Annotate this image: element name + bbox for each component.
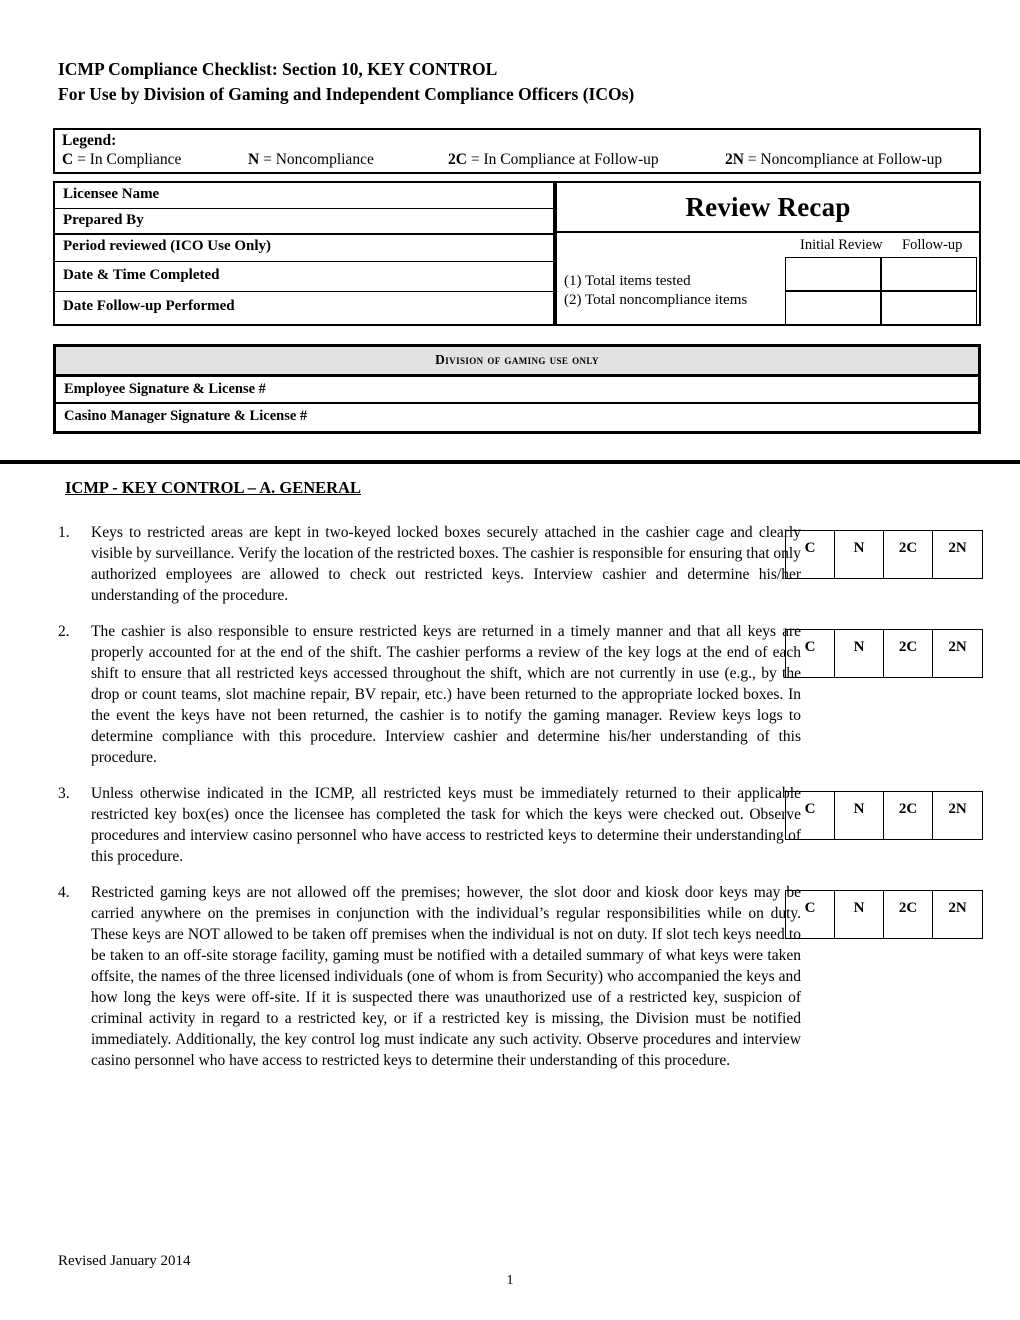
- page-title-line-2: For Use by Division of Gaming and Indepe…: [58, 84, 635, 104]
- legend-item-n: N = Noncompliance: [248, 150, 374, 169]
- compliance-option-n[interactable]: N: [835, 531, 884, 578]
- legend-code-c: C: [62, 151, 74, 168]
- legend-text-c: = In Compliance: [73, 151, 182, 168]
- item-text: Restricted gaming keys are not allowed o…: [91, 884, 801, 1069]
- compliance-option-c[interactable]: C: [786, 891, 835, 938]
- field-date-time-completed[interactable]: Date & Time Completed: [55, 262, 553, 292]
- review-recap-title: Review Recap: [685, 191, 851, 222]
- compliance-rating-box: C N 2C 2N: [785, 791, 983, 840]
- legend-text-n: = Noncompliance: [259, 151, 374, 168]
- review-recap-table: Review Recap Initial Review Follow-up (1…: [555, 181, 981, 326]
- compliance-option-2c[interactable]: 2C: [884, 630, 933, 677]
- compliance-option-n[interactable]: N: [835, 891, 884, 938]
- recap-cell-noncompliance-initial[interactable]: [785, 290, 882, 325]
- metric-label-total-items-tested: (1) Total items tested: [564, 273, 691, 289]
- compliance-option-2n[interactable]: 2N: [933, 630, 982, 677]
- compliance-option-2n[interactable]: 2N: [933, 891, 982, 938]
- compliance-rating-box: C N 2C 2N: [785, 530, 983, 579]
- recap-cell-items-tested-initial[interactable]: [785, 257, 882, 292]
- item-number: 4.: [58, 884, 70, 901]
- legend-box: Legend: C = In Compliance N = Noncomplia…: [53, 128, 981, 174]
- licensee-info-table: Licensee Name Prepared By Period reviewe…: [53, 181, 555, 326]
- item-number: 2.: [58, 623, 70, 640]
- compliance-option-c[interactable]: C: [786, 792, 835, 839]
- review-recap-metric-labels: (1) Total items tested (2) Total noncomp…: [564, 259, 786, 310]
- header-info-section: Licensee Name Prepared By Period reviewe…: [53, 181, 981, 326]
- compliance-rating-box: C N 2C 2N: [785, 629, 983, 678]
- legend-heading: Legend:: [62, 132, 117, 149]
- checklist-item: 2. The cashier is also responsible to en…: [58, 621, 983, 768]
- item-number: 3.: [58, 785, 70, 802]
- compliance-option-n[interactable]: N: [835, 792, 884, 839]
- legend-code-n: N: [248, 151, 260, 168]
- review-recap-value-grid: [785, 257, 979, 325]
- division-of-gaming-block: Division of gaming use only Employee Sig…: [53, 344, 981, 434]
- compliance-option-2c[interactable]: 2C: [884, 792, 933, 839]
- item-text: Unless otherwise indicated in the ICMP, …: [91, 785, 801, 865]
- field-period-reviewed[interactable]: Period reviewed (ICO Use Only): [55, 235, 553, 262]
- checklist-item: 3. Unless otherwise indicated in the ICM…: [58, 783, 983, 867]
- compliance-option-n[interactable]: N: [835, 630, 884, 677]
- compliance-option-c[interactable]: C: [786, 630, 835, 677]
- compliance-option-c[interactable]: C: [786, 531, 835, 578]
- recap-row-total-items-tested: [785, 257, 979, 292]
- legend-item-c: C = In Compliance: [62, 150, 181, 169]
- review-recap-body: Initial Review Follow-up (1) Total items…: [555, 233, 981, 326]
- compliance-option-2c[interactable]: 2C: [884, 531, 933, 578]
- column-header-initial-review: Initial Review: [800, 237, 883, 253]
- recap-cell-items-tested-followup[interactable]: [880, 257, 978, 292]
- footer-page-number: 1: [506, 1273, 514, 1288]
- document-page: ICMP Compliance Checklist: Section 10, K…: [0, 0, 1020, 1320]
- compliance-rating-box: C N 2C 2N: [785, 890, 983, 939]
- division-of-gaming-heading: Division of gaming use only: [56, 347, 978, 377]
- checklist-item: 4. Restricted gaming keys are not allowe…: [58, 882, 983, 1071]
- item-text: Keys to restricted areas are kept in two…: [91, 524, 801, 604]
- section-divider-rule: [0, 460, 1020, 464]
- legend-item-2n: 2N = Noncompliance at Follow-up: [725, 150, 942, 169]
- field-prepared-by[interactable]: Prepared By: [55, 209, 553, 235]
- checklist-item: 1. Keys to restricted areas are kept in …: [58, 522, 983, 606]
- legend-item-2c: 2C = In Compliance at Follow-up: [448, 150, 659, 169]
- field-employee-signature[interactable]: Employee Signature & License #: [56, 377, 978, 404]
- legend-code-2n: 2N: [725, 151, 744, 168]
- checklist-items: 1. Keys to restricted areas are kept in …: [58, 522, 983, 1086]
- section-heading: ICMP - KEY CONTROL – A. GENERAL: [65, 478, 361, 497]
- recap-cell-noncompliance-followup[interactable]: [880, 290, 978, 325]
- review-recap-title-cell: Review Recap: [555, 181, 981, 233]
- compliance-option-2n[interactable]: 2N: [933, 531, 982, 578]
- legend-code-2c: 2C: [448, 151, 467, 168]
- item-number: 1.: [58, 524, 70, 541]
- field-licensee-name[interactable]: Licensee Name: [55, 183, 553, 209]
- review-recap-column-headers: Initial Review Follow-up: [557, 235, 979, 257]
- item-text: The cashier is also responsible to ensur…: [91, 623, 801, 766]
- compliance-option-2n[interactable]: 2N: [933, 792, 982, 839]
- legend-text-2n: = Noncompliance at Follow-up: [743, 151, 943, 168]
- footer-revised-date: Revised January 2014: [58, 1253, 191, 1269]
- field-date-followup-performed[interactable]: Date Follow-up Performed: [55, 292, 553, 324]
- metric-label-total-noncompliance-items: (2) Total noncompliance items: [564, 292, 748, 308]
- field-casino-manager-signature[interactable]: Casino Manager Signature & License #: [56, 404, 978, 431]
- legend-text-2c: = In Compliance at Follow-up: [466, 151, 659, 168]
- compliance-option-2c[interactable]: 2C: [884, 891, 933, 938]
- column-header-follow-up: Follow-up: [902, 237, 963, 253]
- document-title-block: ICMP Compliance Checklist: Section 10, K…: [58, 57, 958, 107]
- recap-row-total-noncompliance: [785, 290, 979, 325]
- page-title-line-1: ICMP Compliance Checklist: Section 10, K…: [58, 59, 498, 79]
- legend-row: C = In Compliance N = Noncompliance 2C =…: [62, 150, 973, 169]
